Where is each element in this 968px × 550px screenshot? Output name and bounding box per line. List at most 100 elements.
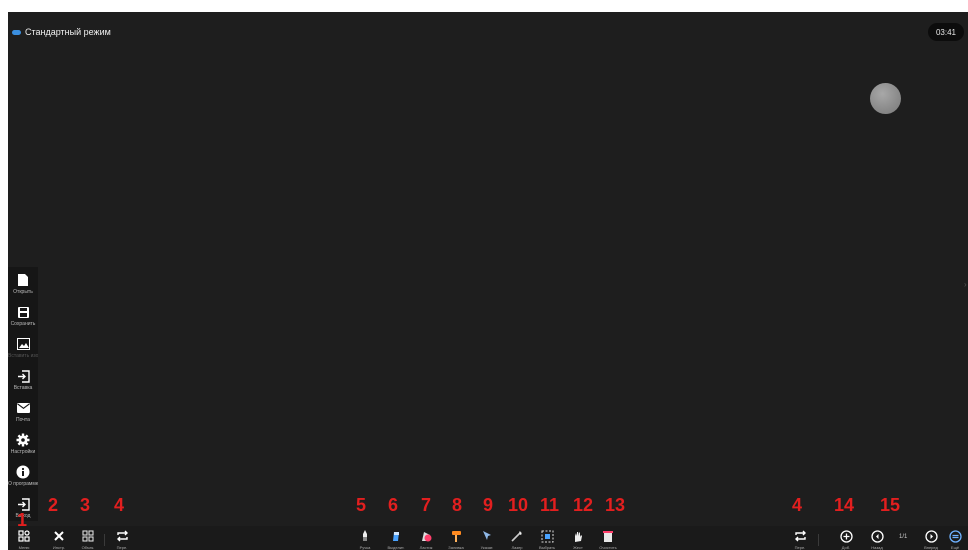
more-button[interactable]: Ещё [941,526,968,550]
save-icon [16,305,30,319]
annotation-number: 6 [388,495,399,515]
annotation-number: 9 [483,495,494,515]
tool-label: Жест [573,545,583,550]
mode-dot-icon [12,29,21,35]
clock: 03:41 [928,23,964,41]
side-item-open[interactable]: Открыть [8,270,38,300]
side-item-label: Почта [16,417,30,423]
more-circle-icon [948,529,962,543]
tool-label: Объек. [81,545,95,550]
mode-indicator[interactable]: Стандартный режим [12,23,111,41]
apps-grid-icon [17,529,31,543]
tools-button[interactable]: Инстр. [45,526,73,550]
annotation-number: 15 [880,495,901,515]
swap-icon [115,529,129,543]
side-item-save[interactable]: Сохранить [8,302,38,332]
gesture-tool-button[interactable]: Жест [564,526,592,550]
annotation-number: 3 [80,495,91,515]
page-counter: 1/1 [899,534,908,540]
annotation-number: 4 [114,495,125,515]
tool-label: Инстр. [52,545,66,550]
add-page-button[interactable]: Доб. [832,526,860,550]
side-item-label: Вставить изображение [8,353,38,359]
file-icon [16,273,30,287]
annotation-number: 10 [508,495,529,515]
prev-page-button[interactable]: Назад [863,526,891,550]
tool-label: Пере. [794,545,806,550]
exit-icon [16,497,30,511]
annotation-number: 1 [17,510,28,530]
pointer-tool-button[interactable]: Указат. [473,526,501,550]
tool-label: Доб. [841,545,851,550]
side-menu: Открыть Сохранить Вставить изображение В… [8,267,38,521]
toolbar-divider [104,534,105,546]
pen-tool-button[interactable]: Ручка [351,526,379,550]
side-item-about[interactable]: О программе [8,462,38,492]
annotation-number: 13 [605,495,626,515]
tool-label: Заливка [448,545,464,550]
side-item-mail[interactable]: Почта [8,398,38,428]
paint-roller-icon [449,529,463,543]
marker-icon [389,529,403,543]
trash-icon [601,529,615,543]
tool-label: Указат. [480,545,494,550]
fill-tool-button[interactable]: Заливка [442,526,470,550]
image-icon [16,337,30,351]
tools-icon [52,529,66,543]
whiteboard-canvas[interactable]: Стандартный режим 03:41 ‹ › Открыть Сохр… [8,12,968,550]
tool-label: Вперед [924,545,938,550]
swap-icon [793,529,807,543]
annotation-number: 11 [540,495,560,515]
tool-label: Ещё [950,545,960,550]
annotation-number: 8 [452,495,463,515]
annotation-number: 2 [48,495,59,515]
select-icon [540,529,554,543]
tool-label: Пере. [116,545,128,550]
clear-tool-button[interactable]: Очистить [594,526,622,550]
pen-icon [358,529,372,543]
info-icon [16,465,30,479]
objects-button[interactable]: Объек. [74,526,102,550]
right-edge-arrow-icon[interactable]: › [964,280,968,292]
cursor-icon [480,529,494,543]
annotation-number: 7 [421,495,432,515]
chevron-right-circle-icon [924,529,938,543]
select-tool-button[interactable]: Выбрать [533,526,561,550]
tool-label: Назад [871,545,883,550]
tool-label: Очистить [599,545,617,550]
tool-label: Меню [18,545,30,550]
laser-tool-button[interactable]: Лазер [503,526,531,550]
side-item-settings[interactable]: Настройки [8,430,38,460]
side-item-label: О программе [8,481,38,487]
annotation-number: 14 [834,495,855,515]
tool-label: Лазер [511,545,523,550]
side-item-label: Сохранить [10,321,36,327]
side-item-image[interactable]: Вставить изображение [8,334,38,364]
grid-icon [81,529,95,543]
tool-label: Ластик [419,545,433,550]
side-item-label: Открыть [13,289,33,295]
switch-button-left[interactable]: Пере. [108,526,136,550]
marker-tool-button[interactable]: Выделит. [382,526,410,550]
hand-icon [571,529,585,543]
side-item-label: Настройки [10,449,36,455]
tool-label: Выделит. [387,545,405,550]
bottom-toolbar: Меню Инстр. Объек. Пере. Ручка Выделит. … [8,526,968,550]
plus-circle-icon [839,529,853,543]
side-item-import[interactable]: Вставка [8,366,38,396]
floating-ball-button[interactable] [870,83,901,114]
eraser-icon [419,529,433,543]
side-item-label: Вставка [13,385,33,391]
mail-icon [16,401,30,415]
switch-button-right[interactable]: Пере. [786,526,814,550]
mode-label-text: Стандартный режим [25,27,111,37]
annotation-number: 4 [792,495,803,515]
eraser-tool-button[interactable]: Ластик [412,526,440,550]
laser-pointer-icon [510,529,524,543]
gear-icon [16,433,30,447]
tool-label: Выбрать [538,545,556,550]
toolbar-divider [818,534,819,546]
tool-label: Ручка [359,545,371,550]
annotation-number: 5 [356,495,367,515]
annotation-number: 12 [573,495,594,515]
